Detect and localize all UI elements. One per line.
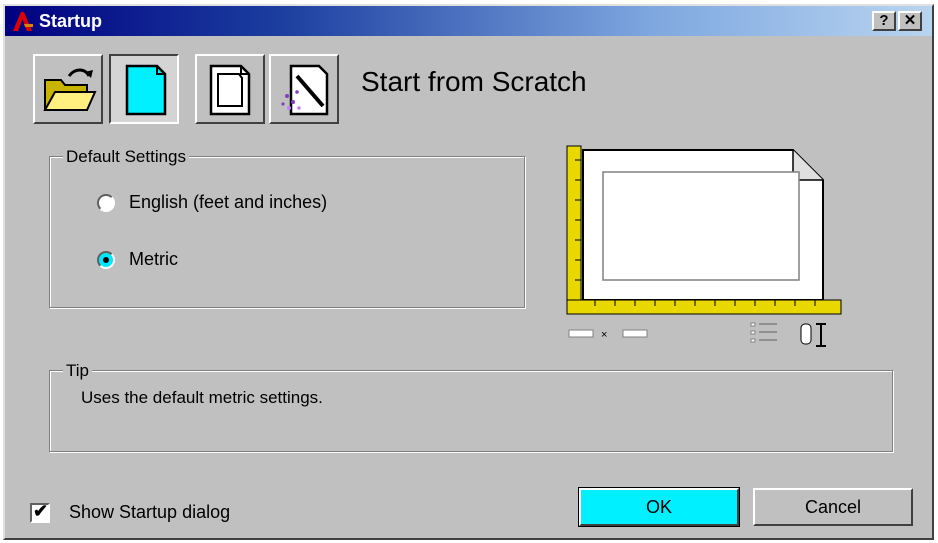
mode-heading: Start from Scratch: [361, 66, 587, 97]
default-settings-legend: Default Settings: [63, 147, 190, 167]
start-from-scratch-button[interactable]: [109, 54, 179, 124]
wizard-page-icon: [281, 64, 329, 116]
open-drawing-button[interactable]: [33, 54, 103, 124]
show-startup-label[interactable]: Show Startup dialog: [69, 502, 230, 523]
blank-page-icon: [125, 64, 167, 116]
english-radio[interactable]: [97, 193, 115, 212]
ok-button[interactable]: OK: [578, 487, 740, 527]
tip-group: [49, 370, 893, 452]
english-option[interactable]: English (feet and inches): [97, 192, 327, 213]
help-button[interactable]: ?: [872, 11, 896, 31]
cancel-button[interactable]: Cancel: [753, 488, 913, 526]
tip-text: Uses the default metric settings.: [81, 388, 323, 407]
close-button[interactable]: ✕: [898, 11, 922, 31]
svg-text:×: ×: [601, 329, 607, 341]
window-title: Startup: [39, 11, 102, 31]
english-label: English (feet and inches): [129, 192, 328, 212]
use-wizard-button[interactable]: [269, 54, 339, 124]
use-template-button[interactable]: [195, 54, 265, 124]
metric-label: Metric: [129, 249, 178, 269]
checkmark-icon: ✔: [33, 501, 49, 521]
tip-legend: Tip: [63, 361, 92, 381]
drawing-preview: ×: [566, 145, 842, 347]
title-bar[interactable]: Startup ? ✕: [5, 6, 932, 36]
show-startup-checkbox[interactable]: ✔: [30, 501, 50, 523]
metric-radio[interactable]: [97, 250, 115, 269]
autocad-app-icon: [13, 12, 33, 31]
metric-option[interactable]: Metric: [97, 249, 178, 270]
default-settings-group: [49, 156, 525, 308]
template-page-icon: [209, 64, 251, 116]
startup-dialog: Startup ? ✕ Start from Scratch Default S…: [3, 4, 934, 540]
open-folder-icon: [43, 68, 97, 111]
